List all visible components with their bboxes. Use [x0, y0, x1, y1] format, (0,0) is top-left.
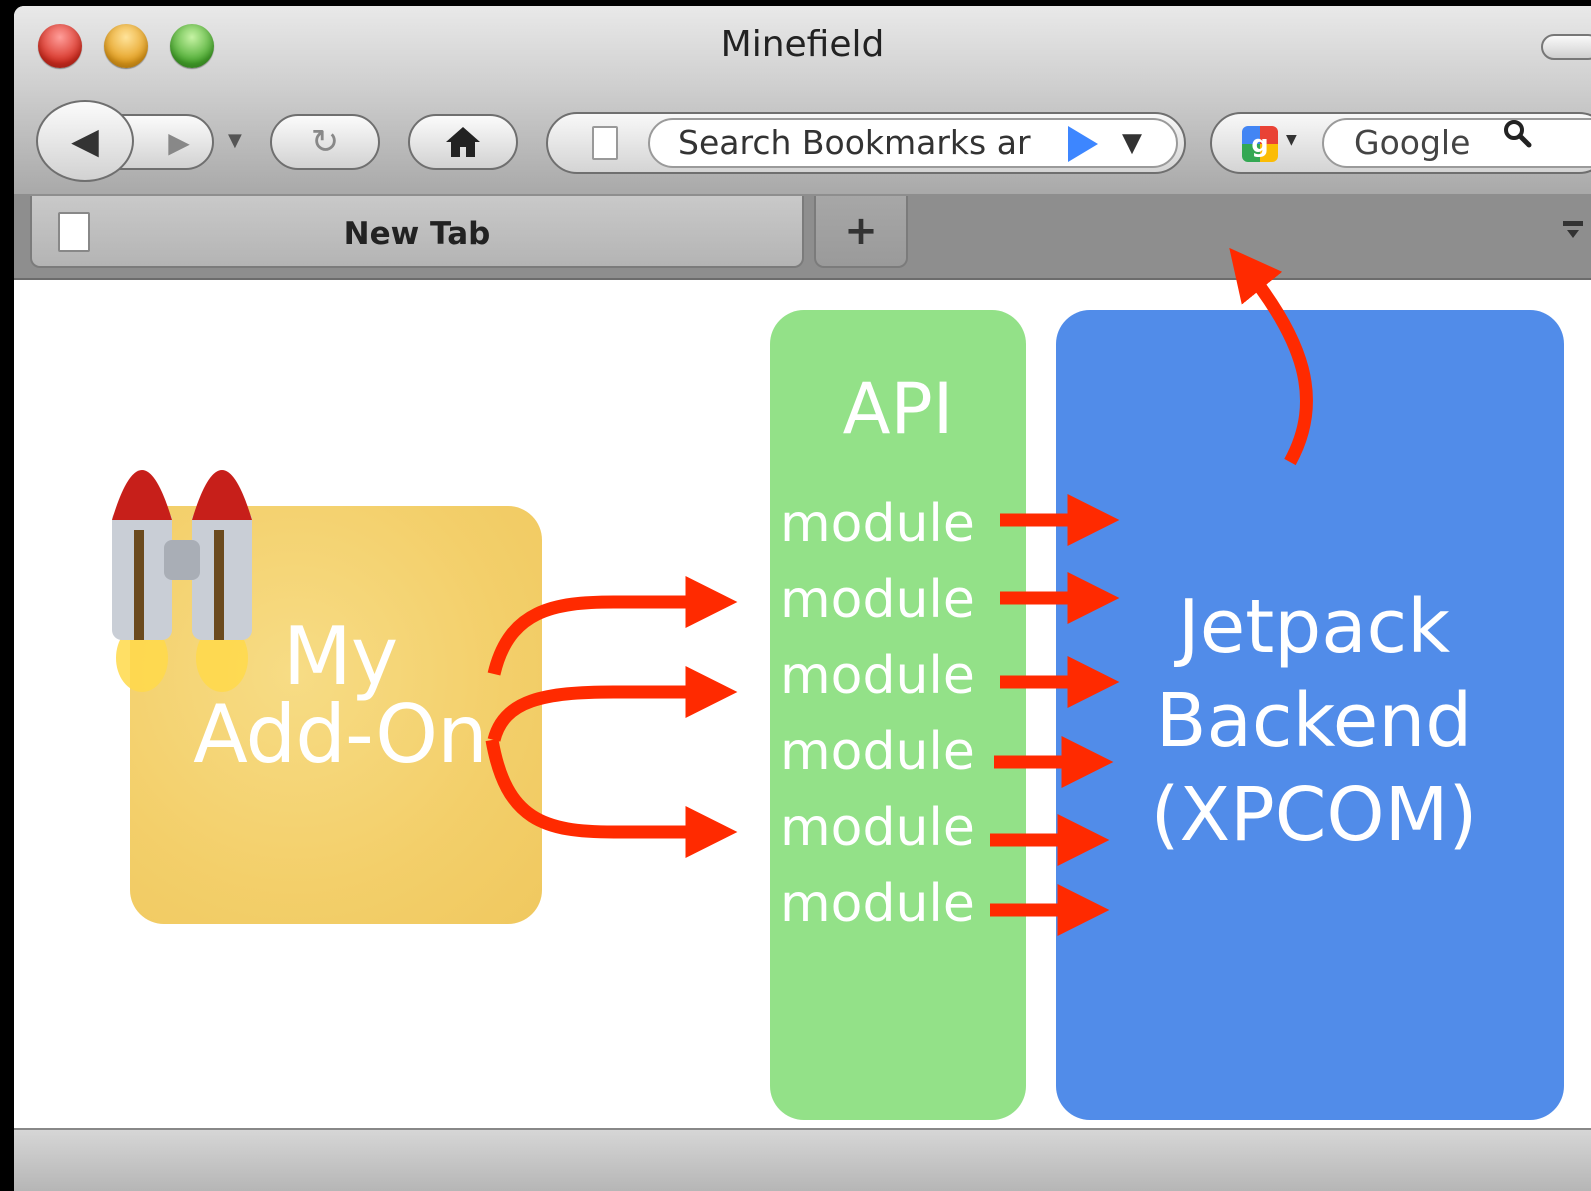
search-bar: g ▼ Google	[1210, 112, 1591, 174]
forward-arrow-icon: ▶	[168, 125, 190, 159]
search-icon[interactable]	[1502, 118, 1532, 156]
page-content: My Add-On API module module module modul…	[14, 247, 1591, 1128]
url-input[interactable]: Search Bookmarks ar	[648, 118, 1178, 168]
browser-window: Minefield ▶ ◀ ▼ ↻ Search Bookmarks ar ▼	[14, 6, 1591, 1191]
location-bar: Search Bookmarks ar ▼	[546, 112, 1186, 174]
back-button[interactable]: ◀	[36, 100, 134, 182]
arrows-layer	[485, 247, 1313, 936]
arrow-backend-to-toolbar	[1229, 247, 1313, 466]
back-arrow-icon: ◀	[71, 120, 99, 162]
tab-label: New Tab	[343, 216, 491, 252]
toolbar-toggle-button[interactable]	[1541, 34, 1591, 60]
url-dropdown-icon[interactable]: ▼	[1122, 128, 1142, 158]
reload-button[interactable]: ↻	[270, 114, 380, 170]
tab-new-tab[interactable]: New Tab	[30, 196, 804, 268]
home-button[interactable]	[408, 114, 518, 170]
window-title: Minefield	[720, 24, 885, 65]
arrow-addon-to-module-5	[485, 738, 738, 858]
home-icon	[446, 127, 480, 157]
reload-icon: ↻	[310, 122, 340, 162]
page-icon	[592, 126, 618, 160]
google-icon[interactable]: g	[1242, 126, 1278, 162]
engine-dropdown-icon[interactable]: ▼	[1286, 132, 1297, 148]
go-arrow-icon[interactable]	[1068, 126, 1098, 162]
search-engine-label: Google	[1354, 123, 1471, 162]
arrow-addon-to-module-2	[487, 576, 738, 676]
title-bar: Minefield	[14, 6, 1591, 86]
history-dropdown-icon[interactable]: ▼	[228, 130, 242, 151]
site-identity-button[interactable]	[572, 124, 638, 162]
search-input[interactable]: Google	[1322, 118, 1591, 168]
list-all-tabs-icon[interactable]	[1561, 218, 1585, 242]
new-tab-button[interactable]: +	[814, 196, 908, 268]
architecture-diagram: My Add-On API module module module modul…	[14, 247, 1591, 1128]
navigation-toolbar: ▶ ◀ ▼ ↻ Search Bookmarks ar ▼ g ▼ Google	[14, 86, 1591, 194]
arrow-addon-to-module-3	[487, 666, 738, 742]
tab-bar: New Tab +	[14, 194, 1591, 280]
status-bar	[14, 1128, 1591, 1191]
